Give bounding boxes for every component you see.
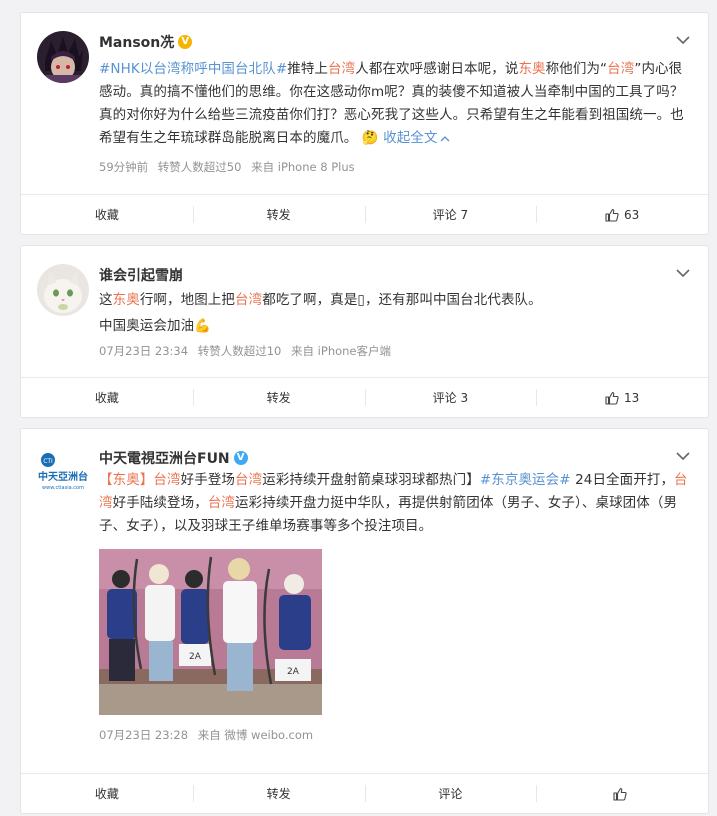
comment-label: 评论 3: [432, 391, 469, 405]
repost-button[interactable]: 转发: [192, 774, 365, 813]
logo-subtext: www.ctiasia.com: [42, 485, 84, 491]
collect-button[interactable]: 收藏: [21, 774, 193, 813]
keyword-link[interactable]: 台湾: [153, 472, 180, 488]
like-count: 13: [623, 390, 640, 405]
keyword-link[interactable]: 东奥: [518, 61, 545, 77]
logo-mark: CTI: [43, 458, 53, 465]
hashtag-link[interactable]: #东京奥运会#: [480, 472, 571, 488]
action-bar: 收藏 转发 评论: [21, 773, 708, 813]
action-bar: 收藏 转发 评论 3 13: [21, 377, 708, 417]
comment-button[interactable]: 评论: [364, 774, 537, 813]
post-source: 来自 iPhone 8 Plus: [251, 160, 355, 174]
chevron-down-icon[interactable]: [676, 35, 690, 45]
thumbs-up-icon: [613, 787, 627, 801]
post-card: Manson冼 V #NHK以台湾称呼中国台北队#推特上台湾人都在欢呼感谢日本呢…: [20, 12, 709, 235]
chevron-down-icon[interactable]: [676, 451, 690, 461]
thinking-emoji-icon: 🤔: [361, 130, 379, 146]
keyword-link[interactable]: 台湾: [328, 61, 355, 77]
post-text: #NHK以台湾称呼中国台北队#推特上台湾人都在欢呼感谢日本呢，说东奥称他们为“台…: [99, 58, 690, 150]
collect-button[interactable]: 收藏: [21, 378, 193, 417]
verified-badge-icon: V: [233, 451, 248, 465]
username-text[interactable]: 中天電視亞洲台FUN: [99, 448, 230, 468]
comment-button[interactable]: 评论 7: [364, 195, 537, 234]
text-segment: 好手登场: [180, 472, 236, 488]
post-card: CTI 中天亞洲台 www.ctiasia.com 中天電視亞洲台FUN V 【…: [20, 428, 709, 814]
keyword-link[interactable]: 台湾: [208, 495, 235, 511]
post-photo[interactable]: 2A 2A: [99, 549, 322, 715]
collect-label: 收藏: [94, 787, 119, 801]
action-bar: 收藏 转发 评论 7 63: [21, 194, 708, 234]
text-segment: 【: [99, 472, 113, 488]
username-text[interactable]: 谁会引起雪崩: [99, 265, 183, 285]
repost-label: 转发: [266, 391, 291, 405]
text-segment: 称他们为“: [545, 61, 608, 77]
post-time[interactable]: 07月23日 23:34: [99, 344, 188, 358]
collect-button[interactable]: 收藏: [21, 195, 193, 234]
comment-label: 评论: [438, 787, 463, 801]
bib-number: 2A: [287, 667, 300, 677]
post-time[interactable]: 59分钟前: [99, 160, 148, 174]
collapse-label[interactable]: 收起全文: [383, 130, 437, 146]
keyword-link[interactable]: 台湾: [607, 61, 634, 77]
avatar[interactable]: [37, 264, 89, 316]
post-card: 谁会引起雪崩 这东奥行啊，地图上把台湾都吃了啊，真是▯，还有那叫中国台北代表队。…: [20, 245, 709, 418]
cti-logo: CTI 中天亞洲台 www.ctiasia.com: [37, 447, 89, 499]
post-source: 来自 微博 weibo.com: [197, 728, 314, 742]
verified-badge-icon: V: [178, 35, 193, 49]
keyword-link[interactable]: 台湾: [235, 292, 262, 308]
thumbs-up-icon: [605, 391, 619, 405]
post-meta: 07月23日 23:34 转赞人数超过10 来自 iPhone客户端: [99, 343, 397, 359]
repost-button[interactable]: 转发: [192, 378, 365, 417]
text-segment: 24日全面开打，: [570, 472, 675, 488]
text-segment: 推特上: [287, 61, 329, 77]
logo-text: 中天亞洲台: [38, 470, 88, 483]
username[interactable]: Manson冼 V: [99, 32, 193, 52]
repost-button[interactable]: 转发: [192, 195, 365, 234]
avatar[interactable]: [37, 31, 89, 83]
username-text[interactable]: Manson冼: [99, 32, 174, 52]
keyword-link[interactable]: 东奥: [113, 292, 140, 308]
post-meta: 59分钟前 转赞人数超过50 来自 iPhone 8 Plus: [99, 159, 361, 175]
repost-label: 转发: [266, 787, 291, 801]
like-button[interactable]: [536, 774, 708, 813]
bib-number: 2A: [189, 652, 202, 662]
hashtag-link[interactable]: #NHK以台湾称呼中国台北队#: [99, 61, 287, 77]
post-source: 来自 iPhone客户端: [291, 344, 392, 358]
comment-label: 评论 7: [432, 208, 469, 222]
comment-button[interactable]: 评论 3: [364, 378, 537, 417]
post-text-line: 中国奥运会加油💪: [99, 318, 212, 334]
username[interactable]: 中天電視亞洲台FUN V: [99, 448, 248, 468]
collect-label: 收藏: [94, 391, 119, 405]
avatar[interactable]: CTI 中天亞洲台 www.ctiasia.com: [37, 447, 89, 499]
chevron-up-icon: [440, 136, 450, 142]
text-segment: 好手陆续登场，: [112, 495, 208, 511]
repost-label: 转发: [266, 208, 291, 222]
text-segment: 人都在欢呼感谢日本呢，说: [355, 61, 519, 77]
collapse-text-link[interactable]: 收起全文: [383, 130, 450, 146]
repost-count-text: 转赞人数超过50: [157, 160, 242, 174]
text-segment: 这: [99, 292, 113, 308]
text-segment: 都吃了啊，真是▯，还有那叫中国台北代表队。: [262, 292, 542, 308]
thumbs-up-icon: [605, 208, 619, 222]
post-time[interactable]: 07月23日 23:28: [99, 728, 188, 742]
like-count: 63: [623, 207, 640, 222]
username[interactable]: 谁会引起雪崩: [99, 265, 183, 285]
post-text: 【东奥】台湾好手登场台湾运彩持续开盘射箭桌球羽球都热门】#东京奥运会# 24日全…: [99, 469, 690, 538]
keyword-link[interactable]: 台湾: [235, 472, 262, 488]
collect-label: 收藏: [94, 208, 119, 222]
repost-count-text: 转赞人数超过10: [197, 344, 282, 358]
chevron-down-icon[interactable]: [676, 268, 690, 278]
like-button[interactable]: 13: [536, 378, 708, 417]
like-button[interactable]: 63: [536, 195, 708, 234]
text-segment: 行啊，地图上把: [139, 292, 236, 308]
text-segment: 】: [139, 472, 154, 488]
post-text: 这东奥行啊，地图上把台湾都吃了啊，真是▯，还有那叫中国台北代表队。 中国奥运会加…: [99, 289, 690, 338]
text-segment: 运彩持续开盘射箭桌球羽球都热门】: [262, 472, 480, 488]
post-meta: 07月23日 23:28 来自 微博 weibo.com: [99, 727, 319, 743]
keyword-link[interactable]: 东奥: [113, 472, 140, 488]
